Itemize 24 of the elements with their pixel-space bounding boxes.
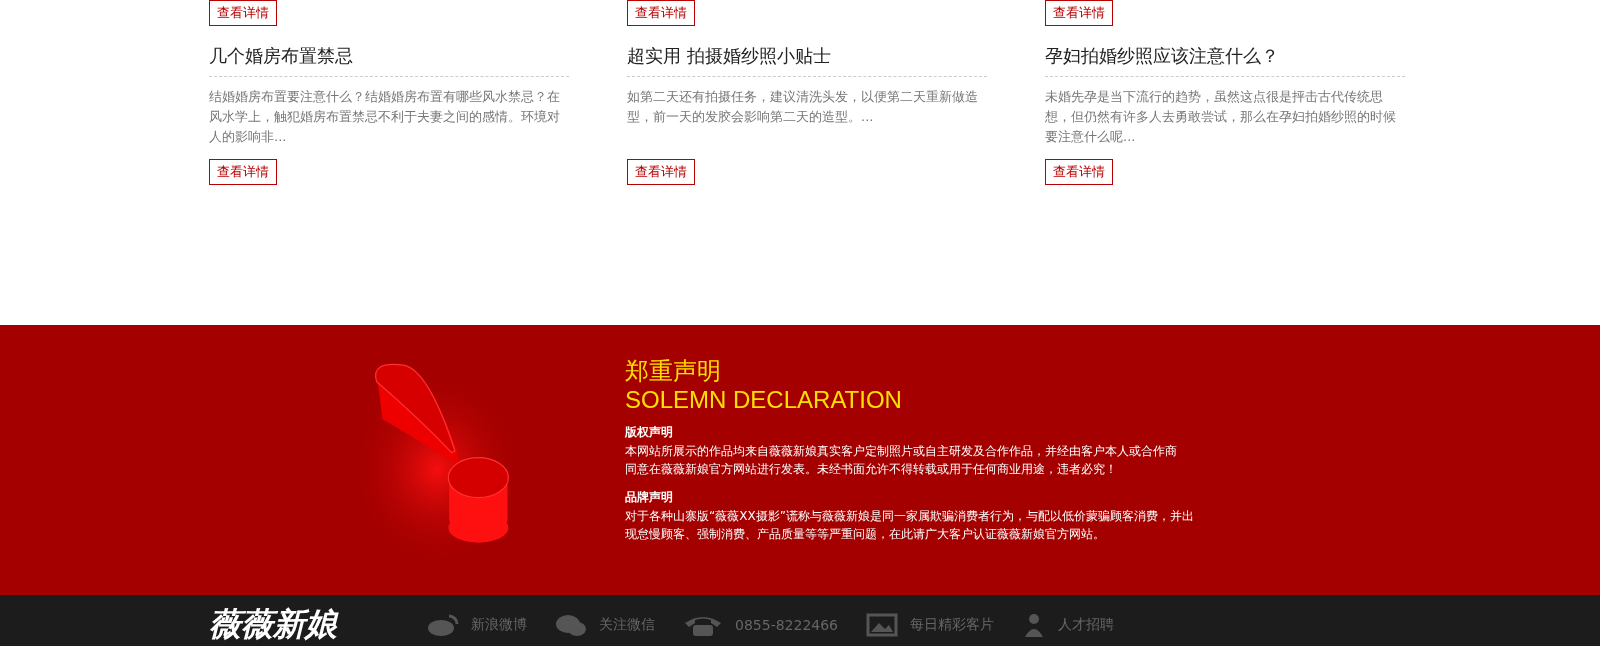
article-summary: 未婚先孕是当下流行的趋势，虽然这点很是抨击古代传统思想，但仍然有许多人去勇敢尝试，那么在孕妇拍婚纱照的时候要注意什么呢... bbox=[1045, 88, 1397, 146]
article-title[interactable]: 几个婚房布置禁忌 bbox=[209, 44, 353, 68]
section-text: 同意在薇薇新娘官方网站进行发表。未经书面允许不得转载或用于任何商业用途，违者必究！ bbox=[625, 461, 1118, 478]
details-button[interactable]: 查看详情 bbox=[627, 0, 695, 26]
article-summary: 结婚婚房布置要注意什么？结婚婚房布置有哪些风水禁忌？在风水学上，触犯婚房布置禁忌不利于夫妻之间的感情。环境对人的影响非... bbox=[209, 88, 561, 146]
picture-icon[interactable] bbox=[866, 612, 899, 637]
chat-icon[interactable] bbox=[555, 612, 587, 637]
section-heading: 品牌声明 bbox=[625, 489, 674, 506]
logo[interactable]: 薇薇新娘 bbox=[209, 602, 337, 646]
details-button[interactable]: 查看详情 bbox=[1045, 159, 1113, 185]
section-text: 现怠慢顾客、强制消费、产品质量等等严重问题，在此请广大客户认证薇薇新娘官方网站。 bbox=[625, 526, 1106, 543]
section-text: 对于各种山寨版“薇薇XX摄影”谎称与薇薇新娘是同一家属欺骗消费者行为，与配以低价蒙骗顾客消费，并出 bbox=[625, 508, 1194, 525]
article-title[interactable]: 孕妇拍婚纱照应该注意什么？ bbox=[1045, 44, 1279, 68]
declaration-title: 郑重声明 bbox=[625, 357, 722, 385]
weibo-icon[interactable] bbox=[427, 612, 459, 637]
declaration-subtitle: SOLEMN DECLARATION bbox=[625, 385, 903, 415]
section-text: 本网站所展示的作品均来自薇薇新娘真实客户定制照片或自主研发及合作作品，并经由客户本人或合作商 bbox=[625, 443, 1178, 460]
article-title[interactable]: 超实用 拍摄婚纱照小贴士 bbox=[627, 44, 831, 68]
section-heading: 版权声明 bbox=[625, 424, 674, 441]
article-summary: 如第二天还有拍摄任务，建议清洗头发，以便第二天重新做造型，前一天的发胶会影响第二天的造型。... bbox=[627, 88, 979, 126]
details-button[interactable]: 查看详情 bbox=[209, 159, 277, 185]
details-button[interactable]: 查看详情 bbox=[1045, 0, 1113, 26]
details-button[interactable]: 查看详情 bbox=[627, 159, 695, 185]
details-button[interactable]: 查看详情 bbox=[209, 0, 277, 26]
